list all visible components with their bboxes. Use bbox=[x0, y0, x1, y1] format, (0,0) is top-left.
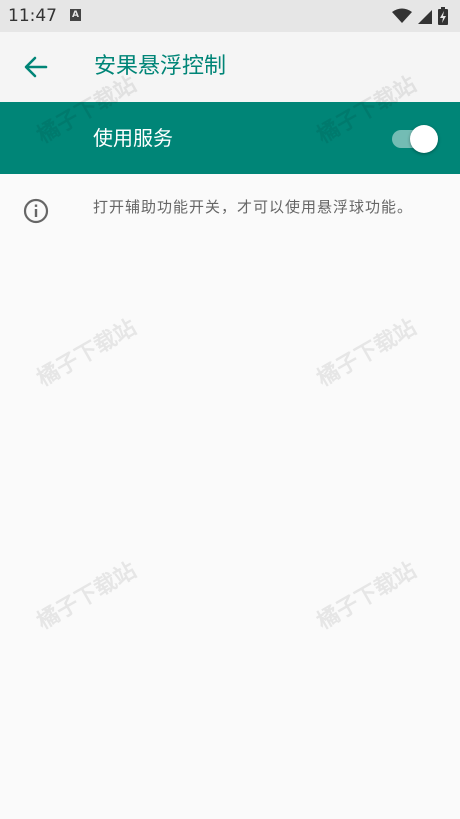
app-bar: 安果悬浮控制 bbox=[0, 32, 460, 102]
watermark: 橘子下载站 bbox=[313, 558, 421, 635]
page-title: 安果悬浮控制 bbox=[94, 54, 227, 79]
info-text: 打开辅助功能开关，才可以使用悬浮球功能。 bbox=[93, 198, 414, 216]
status-time: 11:47 bbox=[8, 6, 57, 26]
watermark: 橘子下载站 bbox=[313, 315, 421, 392]
status-bar: 11:47 A bbox=[0, 0, 460, 32]
battery-icon bbox=[438, 7, 448, 25]
wifi-icon bbox=[392, 8, 412, 23]
service-toggle-switch[interactable] bbox=[392, 125, 438, 153]
keyboard-badge-icon: A bbox=[70, 9, 81, 21]
switch-thumb bbox=[410, 125, 438, 153]
info-row: 打开辅助功能开关，才可以使用悬浮球功能。 bbox=[0, 174, 460, 264]
status-icons bbox=[392, 7, 448, 25]
back-arrow-icon[interactable] bbox=[22, 53, 50, 81]
watermark: 橘子下载站 bbox=[33, 315, 141, 392]
watermark: 橘子下载站 bbox=[33, 558, 141, 635]
info-icon bbox=[23, 198, 49, 224]
service-switch-bar[interactable]: 使用服务 bbox=[0, 102, 460, 174]
signal-icon bbox=[418, 10, 432, 24]
service-label: 使用服务 bbox=[93, 126, 173, 150]
